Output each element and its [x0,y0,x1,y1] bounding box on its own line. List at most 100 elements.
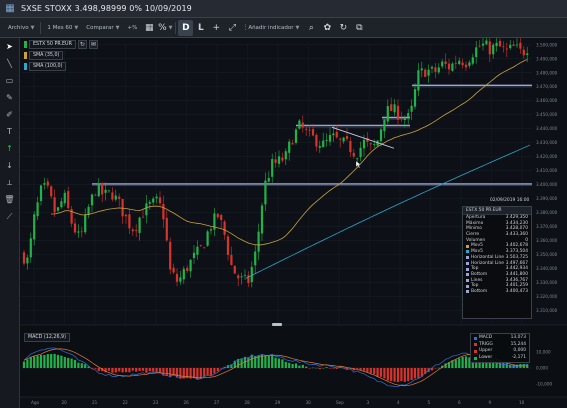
add-indicator-label: Añadir indicador [248,24,294,31]
refresh-icon[interactable]: ↻ [335,20,351,36]
compare-menu[interactable]: Comparar ▼ [82,20,123,36]
candle-body [53,197,56,213]
row-swatch [466,267,469,271]
settings-icon[interactable]: ✿ [319,20,335,36]
symbol-label[interactable]: ESTX 50 PR.EUR [29,40,76,49]
macd-histogram-bar [165,368,168,377]
candle-body [322,140,325,148]
candle-body [475,47,478,58]
app-icon: ▦ [5,2,15,14]
shapes-icon[interactable]: ⟂ [2,176,18,190]
pencil-icon[interactable]: ✎ [2,91,18,105]
candle-body [437,67,440,73]
magnifier-icon[interactable]: ⌕ [303,20,319,36]
candle-body [413,89,417,107]
candle-body [175,273,179,282]
candle-body [233,265,236,274]
date-tick-label: Ago [31,400,40,405]
macd-histogram-bar [362,368,366,371]
trendline-icon[interactable]: ╲ [2,57,18,71]
grid-icon[interactable]: ▦ [141,20,157,36]
candle-body [165,217,168,241]
macd-histogram-bar [379,368,383,377]
candle-body [369,143,372,145]
macd-row: Upper 0,000 [471,348,529,355]
macd-histogram-bar [345,368,349,370]
trash-icon[interactable]: 🗑 [2,193,18,207]
macd-histogram-bar [305,366,308,368]
macd-histogram-bar [22,361,26,368]
macd-histogram-bar [138,368,141,371]
candle-body [114,195,117,200]
refresh-icon[interactable]: ↻ [77,40,87,49]
sma35-swatch [24,52,27,59]
macd-histogram-bar [145,368,148,373]
candle-body [311,129,315,136]
macd-histogram-bar [33,356,36,368]
candle-body [250,266,253,283]
archivo-menu[interactable]: Archivo ▼ [4,20,38,36]
percent-icon[interactable]: % ▼ [157,20,173,36]
line-button[interactable]: L [193,20,208,36]
row-value: -2,171 [511,354,526,360]
candle-body [386,105,389,122]
candle-body [179,277,182,282]
sell-arrow-icon[interactable]: ↓ [2,159,18,173]
candle-body [379,129,383,142]
daily-button[interactable]: D [178,19,194,36]
message-icon[interactable]: ✉ [88,40,98,49]
candle-body [441,61,444,67]
macd-histogram-bar [339,367,342,369]
title-bar: ▦ SXSE STOXX 3.498,98999 0% 10/09/2019 [0,0,567,18]
candle-body [104,189,107,193]
add-indicator-button[interactable]: ⫶ Añadir indicador ▼ [240,20,303,36]
date-tick-label: 20 [62,400,68,405]
macd-histogram-bar [400,368,403,382]
macd-legend[interactable]: MACD (12,26,9) [24,333,70,342]
row-swatch [466,256,469,260]
price-tick-label: 3.340,000 [536,266,558,271]
macd-histogram-bar [288,362,291,368]
crosshair-icon[interactable]: + [208,20,224,36]
macd-histogram-bar [26,359,29,368]
candle-body [485,40,488,45]
candle-body [410,105,413,112]
candle-body [318,145,321,148]
price-tick-label: 3.390,000 [536,196,558,201]
candle-body [118,196,121,199]
macd-histogram-bar [111,368,114,373]
candle-body [427,69,430,76]
text-icon[interactable]: T [2,125,18,139]
buy-arrow-icon[interactable]: ↑ [2,142,18,156]
macd-histogram-bar [63,357,66,368]
period-selector[interactable]: 1 Mes 60 ▼ [43,20,82,36]
candle-body [362,139,366,149]
pointer-icon[interactable]: ➤ [2,40,18,54]
rectangle-icon[interactable]: ▭ [2,74,18,88]
date-tick-label: 6 [458,400,461,405]
macd-histogram-bar [77,362,80,368]
row-label: Bottom [466,289,487,295]
candle-body [162,203,165,220]
macd-histogram-bar [308,368,311,369]
macd-tick-label: 10,000 [536,350,551,355]
sma35-label[interactable]: SMA (35,0) [29,51,64,60]
date-tick-label: 27 [214,400,220,405]
brush-icon[interactable]: ✐ [2,108,18,122]
layout-icon[interactable]: ⧉ [351,20,367,36]
candle-body [87,206,90,216]
candle-body [342,137,345,142]
row-value: 0,000 [513,348,526,354]
sma100-label[interactable]: SMA (100,0) [29,62,67,71]
eyedropper-icon[interactable]: ⟋ [2,210,18,224]
zoom-icon[interactable]: ⤢ [224,20,240,36]
macd-histogram-bar [294,363,298,368]
panel-resize-handle[interactable] [272,323,282,326]
row-label: Lower [474,355,492,362]
price-axis: 3.500,000 3.490,000 3.480,000 3.470,000 3.46… [536,42,558,313]
macd-histogram-bar [128,368,131,373]
percent-toggle[interactable]: +% [123,20,141,36]
candle-body [182,268,185,280]
macd-histogram-bar [417,368,420,379]
macd-histogram-bar [393,368,396,382]
